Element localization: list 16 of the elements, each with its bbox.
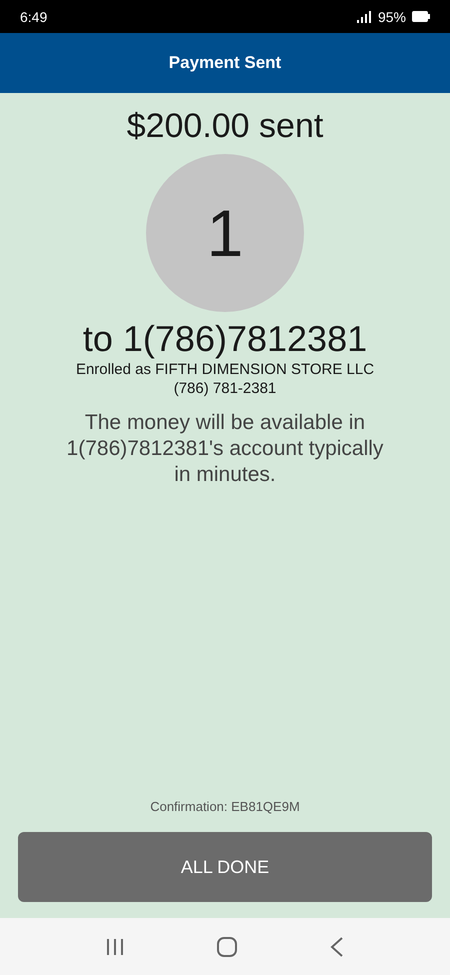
amount-sent: $200.00 sent [126, 107, 324, 146]
back-icon[interactable] [330, 936, 344, 956]
status-time: 6:49 [20, 8, 48, 24]
availability-message: The money will be available in 1(786)7812381's account typically in minutes. [66, 410, 384, 488]
avatar-initial: 1 [146, 154, 304, 312]
recents-icon[interactable] [106, 938, 124, 956]
home-icon[interactable] [216, 936, 237, 956]
battery-level: 95% [378, 8, 406, 24]
battery-icon [412, 11, 430, 22]
confirmation-code: Confirmation: EB81QE9M [150, 799, 300, 814]
header-title: Payment Sent [168, 53, 282, 73]
all-done-button[interactable]: ALL DONE [18, 832, 432, 902]
signal-icon [356, 10, 372, 22]
enrolled-name: Enrolled as FIFTH DIMENSION STORE LLC [76, 360, 374, 379]
phone-number: (786) 781-2381 [174, 379, 276, 398]
recipient-label: to 1(786)7812381 [82, 318, 368, 360]
